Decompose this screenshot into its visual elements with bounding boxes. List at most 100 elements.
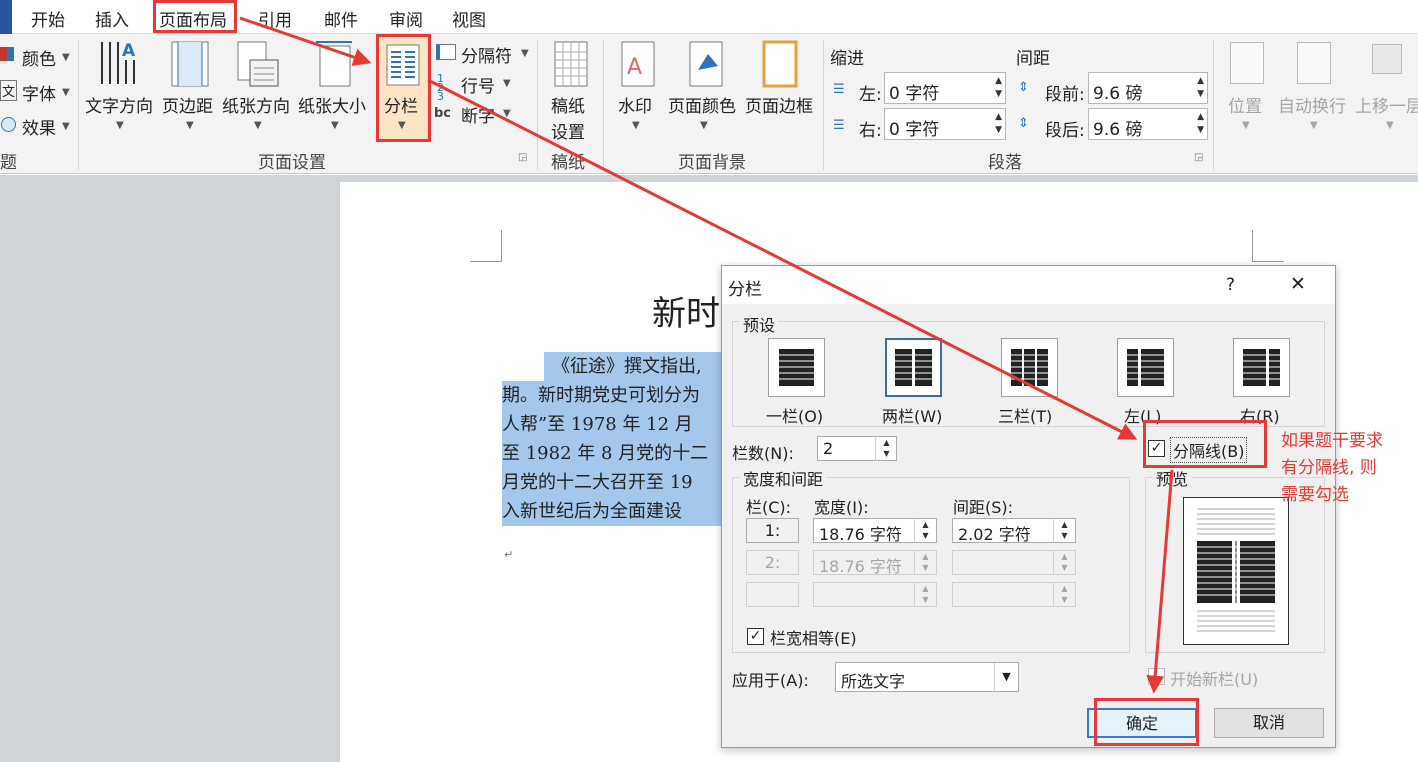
col-number-1: 1: (746, 518, 799, 543)
spacing-after-label: 段后: (1045, 121, 1085, 141)
chevron-down-icon: ▼ (1242, 120, 1250, 131)
theme-effects-button[interactable]: 效果 (22, 114, 56, 139)
orientation-button[interactable]: 纸张方向 (222, 92, 290, 117)
bring-forward-button[interactable]: 上移一层 (1355, 92, 1418, 117)
group-divider (537, 40, 538, 170)
presets-label: 预设 (740, 312, 779, 336)
apply-to-label: 应用于(A): (732, 671, 809, 690)
svg-text:A: A (122, 41, 136, 61)
theme-colors-button[interactable]: 颜色 (22, 45, 56, 70)
draft-setting-button[interactable]: 稿纸 (551, 92, 585, 117)
page-color-button[interactable]: 页面颜色 (668, 92, 736, 117)
tab-insert[interactable]: 插入 (95, 6, 129, 31)
draft-group-label: 稿纸 (551, 153, 585, 173)
col-header: 栏(C): (746, 498, 792, 517)
margins-button[interactable]: 页边距 (162, 92, 213, 117)
tab-references[interactable]: 引用 (258, 6, 292, 31)
col1-width-spinner-icon[interactable]: ▲ ▼ (914, 518, 936, 543)
annotation-line-1: 如果题干要求 (1281, 431, 1383, 451)
help-icon[interactable]: ? (1226, 275, 1235, 295)
svg-text:A: A (627, 55, 642, 80)
breaks-button[interactable]: 分隔符 (461, 42, 512, 67)
equal-width-checkbox[interactable]: ✓ (747, 628, 764, 645)
line-numbers-button[interactable]: 行号 (461, 72, 495, 97)
page-borders-button[interactable]: 页面边框 (745, 92, 813, 117)
col3-spacing-spinner-icon[interactable]: ▲ ▼ (1053, 582, 1075, 607)
spacing-after-input[interactable]: 9.6 磅 ▲ ▼ (1088, 108, 1208, 140)
draft-paper-icon (554, 41, 588, 87)
spin-arrows-icon[interactable]: ▲ ▼ (1197, 75, 1204, 101)
indent-right-input[interactable]: 0 字符 ▲ ▼ (884, 108, 1006, 140)
spin-arrows-icon[interactable]: ▲ ▼ (995, 111, 1002, 137)
chevron-down-icon: ▼ (700, 120, 708, 131)
highlight-box-ok (1094, 698, 1199, 746)
indent-left-value: 0 字符 (889, 84, 940, 104)
chevron-down-icon[interactable]: ▼ (994, 663, 1018, 691)
draft-setting-button-line2[interactable]: 设置 (551, 118, 585, 143)
paper-size-button[interactable]: 纸张大小 (298, 92, 366, 117)
num-columns-value: 2 (823, 439, 834, 458)
spacing-after-value: 9.6 磅 (1093, 120, 1143, 140)
spacing-before-input[interactable]: 9.6 磅 ▲ ▼ (1088, 72, 1208, 104)
two-columns-icon (895, 349, 932, 386)
preset-two-columns[interactable] (885, 338, 942, 397)
tab-mailings[interactable]: 邮件 (324, 6, 358, 31)
position-icon (1230, 42, 1264, 84)
tab-view[interactable]: 视图 (452, 6, 486, 31)
preset-three-columns[interactable] (1001, 338, 1058, 397)
dialog-launcher-icon[interactable]: ◲ (1194, 152, 1203, 163)
preset-one-column[interactable] (768, 338, 825, 397)
chevron-down-icon: ▼ (1386, 120, 1394, 131)
hyphenation-button[interactable]: 断字 (461, 102, 495, 127)
preview-label: 预览 (1153, 466, 1192, 490)
spin-arrows-icon[interactable]: ▲ ▼ (995, 75, 1002, 101)
new-column-checkbox[interactable] (1148, 668, 1165, 685)
col2-width-spinner-icon[interactable]: ▲ ▼ (914, 550, 936, 575)
num-columns-label: 栏数(N): (732, 444, 794, 463)
text-direction-button[interactable]: 文字方向 (85, 92, 153, 117)
orientation-icon (237, 41, 279, 87)
position-button[interactable]: 位置 (1228, 92, 1262, 117)
tab-home[interactable]: 开始 (31, 6, 65, 31)
dialog-launcher-icon[interactable]: ◲ (518, 152, 527, 163)
one-column-icon (779, 349, 814, 386)
doc-line-2: 期。新时期党史可划分为 (502, 381, 724, 410)
close-icon[interactable]: ✕ (1290, 273, 1306, 295)
doc-line-3: 人帮”至 1978 年 12 月 (502, 410, 724, 439)
spin-arrows-icon[interactable]: ▲ ▼ (1197, 111, 1204, 137)
watermark-button[interactable]: 水印 (618, 92, 652, 117)
num-columns-spinner-icon[interactable]: ▲ ▼ (875, 436, 897, 461)
chevron-down-icon: ▼ (62, 87, 70, 98)
col2-spacing-spinner-icon[interactable]: ▲ ▼ (1053, 550, 1075, 575)
col3-width-spinner-icon[interactable]: ▲ ▼ (914, 582, 936, 607)
preset-right[interactable] (1233, 338, 1290, 397)
col1-width-value: 18.76 字符 (819, 525, 902, 544)
indent-left-input[interactable]: 0 字符 ▲ ▼ (884, 72, 1006, 104)
app-menu-edge[interactable] (0, 0, 12, 34)
equal-width-label[interactable]: 栏宽相等(E) (770, 625, 857, 649)
indent-right-label: 右: (859, 121, 882, 141)
doc-line-5: 月党的十二大召开至 19 (502, 468, 724, 497)
width-header: 宽度(I): (814, 498, 869, 517)
apply-to-select[interactable]: 所选文字 (835, 662, 1019, 692)
width-spacing-label: 宽度和间距 (740, 466, 827, 490)
new-column-label: 开始新栏(U) (1170, 670, 1259, 689)
line-numbers-icon: 123 (437, 72, 444, 103)
preset-left[interactable] (1117, 338, 1174, 397)
col1-spacing-spinner-icon[interactable]: ▲ ▼ (1053, 518, 1075, 543)
spacing-title: 间距 (1016, 49, 1050, 69)
wrap-text-icon (1297, 42, 1331, 84)
group-divider (78, 40, 79, 170)
cancel-button[interactable]: 取消 (1214, 708, 1324, 738)
margin-mark (1252, 230, 1284, 262)
doc-line-6: 入新世纪后为全面建设 (502, 497, 724, 526)
left-column-icon (1127, 349, 1164, 386)
theme-fonts-button[interactable]: 字体 (22, 80, 56, 105)
chevron-down-icon: ▼ (503, 78, 511, 89)
tab-review[interactable]: 审阅 (389, 6, 423, 31)
indent-right-value: 0 字符 (889, 120, 940, 140)
wrap-text-button[interactable]: 自动换行 (1278, 92, 1346, 117)
right-column-icon (1243, 349, 1280, 386)
preset-three-label: 三栏(T) (998, 407, 1053, 426)
spacing-header: 间距(S): (953, 498, 1014, 517)
